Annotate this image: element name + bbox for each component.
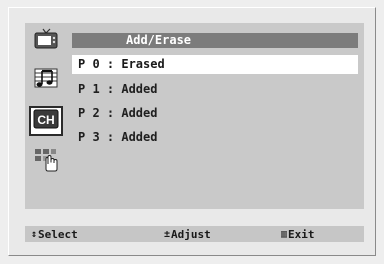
channel-icon: CH — [33, 109, 59, 133]
menu-title: Add/Erase — [72, 33, 358, 48]
sound-icon — [33, 66, 59, 94]
menu-exit-icon: ▥ — [281, 228, 288, 240]
picture-icon — [33, 28, 59, 54]
hint-bar: ↕ Select ± Adjust ▥ Exit — [25, 226, 364, 242]
plus-minus-icon: ± — [164, 228, 171, 240]
sidebar-item-sound[interactable] — [29, 65, 63, 95]
up-down-arrow-icon: ↕ — [31, 228, 38, 240]
channel-row-p0[interactable]: P 0 : Erased — [72, 55, 358, 74]
hint-select: ↕ Select — [31, 226, 78, 242]
hint-adjust: ± Adjust — [164, 226, 211, 242]
setup-icon — [33, 146, 59, 176]
hint-exit-label: Exit — [288, 227, 315, 241]
menu-sidebar: CH — [26, 24, 66, 184]
channel-icon-label: CH — [37, 113, 54, 127]
channel-row-p3[interactable]: P 3 : Added — [72, 128, 358, 147]
hint-exit: ▥ Exit — [281, 226, 315, 242]
channel-row-p2[interactable]: P 2 : Added — [72, 104, 358, 123]
channel-row-p1[interactable]: P 1 : Added — [72, 80, 358, 99]
sidebar-item-channel[interactable]: CH — [29, 106, 63, 136]
sidebar-item-setup[interactable] — [29, 146, 63, 176]
hint-adjust-label: Adjust — [171, 227, 211, 241]
sidebar-item-picture[interactable] — [29, 26, 63, 56]
hint-select-label: Select — [38, 227, 78, 241]
